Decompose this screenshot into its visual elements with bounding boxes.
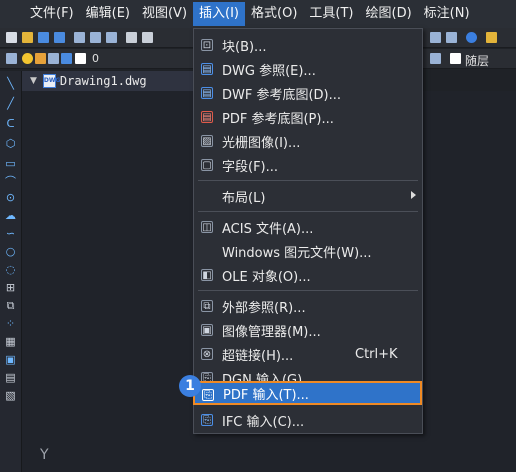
xref-icon: ⧉: [201, 300, 213, 312]
layer-lock-icon[interactable]: [48, 53, 59, 64]
gradient-tool-icon[interactable]: ▣: [4, 353, 17, 366]
print-icon[interactable]: [74, 32, 85, 43]
document-tab[interactable]: ▼ DWG Drawing1.dwg: [22, 71, 197, 91]
menu-item-raster-image[interactable]: ▨ 光栅图像(I)...: [194, 129, 422, 153]
step-number-badge: 1: [179, 375, 201, 397]
hyperlink-shortcut: Ctrl+K: [355, 346, 398, 362]
menu-tools[interactable]: 工具(T): [303, 2, 359, 26]
menu-item-image-manager[interactable]: ▣ 图像管理器(M)...: [194, 318, 422, 342]
submenu-arrow-icon: [411, 191, 416, 199]
menu-separator: [198, 180, 418, 181]
menu-draw[interactable]: 绘图(D): [360, 2, 418, 26]
publish-icon[interactable]: [106, 32, 117, 43]
point-tool-icon[interactable]: ⁘: [4, 317, 17, 330]
ellipse-tool-icon[interactable]: ○: [4, 245, 17, 258]
dwf-underlay-icon: ▤: [201, 87, 213, 99]
new-file-icon[interactable]: [6, 32, 17, 43]
save-as-icon[interactable]: [54, 32, 65, 43]
menu-item-dwg-reference[interactable]: ▤ DWG 参照(E)...: [194, 57, 422, 81]
open-file-icon[interactable]: [22, 32, 33, 43]
image-manager-icon: ▣: [201, 324, 213, 336]
color-swatch-icon[interactable]: [450, 53, 461, 64]
menubar: 文件(F) 编辑(E) 视图(V) 插入(I) 格式(O) 工具(T) 绘图(D…: [0, 0, 516, 28]
layer-plot-icon[interactable]: [61, 53, 72, 64]
plot-preview-icon[interactable]: [90, 32, 101, 43]
menu-item-windows-metafile[interactable]: Windows 图元文件(W)...: [194, 239, 422, 263]
menu-item-ifc-import[interactable]: ⎘ IFC 输入(C)...: [194, 408, 422, 432]
collapse-icon[interactable]: ▼: [30, 76, 37, 86]
block-icon: ⊡: [201, 39, 213, 51]
menu-item-hyperlink[interactable]: ⊗ 超链接(H)... Ctrl+K: [194, 342, 422, 366]
acis-icon: ◫: [201, 221, 213, 233]
insert-menu-dropdown: ⊡ 块(B)... ▤ DWG 参照(E)... ▤ DWF 参考底图(D)..…: [193, 28, 423, 434]
hyperlink-icon: ⊗: [201, 348, 213, 360]
document-name: Drawing1.dwg: [59, 74, 147, 88]
layer-previous-icon[interactable]: [430, 53, 441, 64]
menu-separator: [198, 211, 418, 212]
menu-dimension[interactable]: 标注(N): [418, 2, 476, 26]
menu-item-pdf-import[interactable]: ⎘ PDF 输入(T)...: [193, 381, 422, 405]
cut-icon[interactable]: [126, 32, 137, 43]
menu-item-acis-file[interactable]: ◫ ACIS 文件(A)...: [194, 215, 422, 239]
insert-block-icon[interactable]: ⊞: [4, 281, 17, 294]
design-center-icon[interactable]: [446, 32, 457, 43]
layer-color-icon[interactable]: [75, 53, 86, 64]
draw-toolbar: ╲ ╱ ᑕ ⬡ ▭ ⌒ ⊙ ☁ ∽ ○ ◌ ⊞ ⧉ ⁘ ▦ ▣ ▤ ▧: [0, 71, 22, 472]
properties-icon[interactable]: [430, 32, 441, 43]
line-tool-icon[interactable]: ╲: [4, 77, 17, 90]
menu-item-dwf-underlay[interactable]: ▤ DWF 参考底图(D)...: [194, 81, 422, 105]
raster-image-icon: ▨: [201, 135, 213, 147]
make-block-icon[interactable]: ⧉: [4, 299, 17, 312]
ifc-import-icon: ⎘: [201, 414, 213, 426]
polygon-tool-icon[interactable]: ⬡: [4, 137, 17, 150]
spline-tool-icon[interactable]: ∽: [4, 227, 17, 240]
menu-separator: [198, 290, 418, 291]
menu-view[interactable]: 视图(V): [136, 2, 193, 26]
pdf-underlay-icon: ▤: [201, 111, 213, 123]
hatch-tool-icon[interactable]: ▦: [4, 335, 17, 348]
menu-edit[interactable]: 编辑(E): [80, 2, 136, 26]
save-icon[interactable]: [38, 32, 49, 43]
menu-file[interactable]: 文件(F): [24, 2, 80, 26]
dwg-file-icon: DWG: [42, 74, 60, 88]
menu-insert[interactable]: 插入(I): [193, 2, 246, 26]
rectangle-tool-icon[interactable]: ▭: [4, 157, 17, 170]
table-tool-icon[interactable]: ▤: [4, 371, 17, 384]
copy-icon[interactable]: [142, 32, 153, 43]
menu-item-pdf-underlay[interactable]: ▤ PDF 参考底图(P)...: [194, 105, 422, 129]
dwg-reference-icon: ▤: [201, 63, 213, 75]
help-icon[interactable]: [466, 32, 477, 43]
revision-cloud-icon[interactable]: ☁: [4, 209, 17, 222]
text-style-icon[interactable]: [486, 32, 497, 43]
menu-item-ole-object[interactable]: ◧ OLE 对象(O)...: [194, 263, 422, 287]
polyline-tool-icon[interactable]: ᑕ: [4, 117, 17, 130]
ellipse-arc-icon[interactable]: ◌: [4, 263, 17, 276]
color-control-value[interactable]: 随层: [465, 52, 489, 69]
menu-item-layout[interactable]: 布局(L): [194, 184, 422, 208]
menu-format[interactable]: 格式(O): [245, 2, 303, 26]
mtext-tool-icon[interactable]: ▧: [4, 389, 17, 402]
construction-line-icon[interactable]: ╱: [4, 97, 17, 110]
ole-icon: ◧: [201, 269, 213, 281]
circle-tool-icon[interactable]: ⊙: [4, 191, 17, 204]
layer-freeze-icon[interactable]: [35, 53, 46, 64]
field-icon: ▢: [201, 159, 213, 171]
pdf-import-icon: ⎘: [202, 389, 214, 401]
layer-on-icon[interactable]: [22, 53, 33, 64]
menu-item-external-reference[interactable]: ⧉ 外部参照(R)...: [194, 294, 422, 318]
layer-manager-icon[interactable]: [6, 53, 17, 64]
layer-name[interactable]: 0: [92, 52, 99, 65]
menu-item-field[interactable]: ▢ 字段(F)...: [194, 153, 422, 177]
menu-item-block[interactable]: ⊡ 块(B)...: [194, 33, 422, 57]
ucs-y-axis-label: Y: [40, 447, 49, 463]
arc-tool-icon[interactable]: ⌒: [4, 175, 17, 188]
